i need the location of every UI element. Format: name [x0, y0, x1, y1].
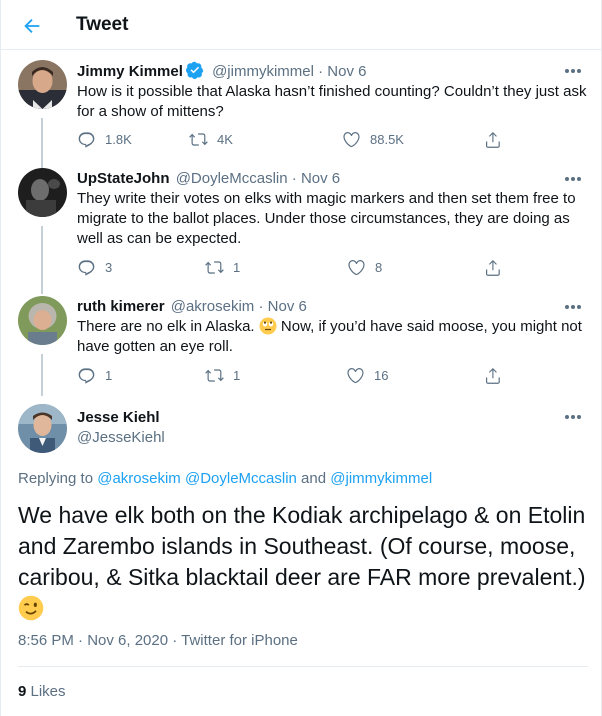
reply-count: 1 [105, 368, 113, 383]
author-name[interactable]: Jesse Kiehl [77, 409, 160, 426]
reply-icon [78, 132, 95, 148]
replying-prefix: Replying to [18, 470, 98, 487]
meta-separator: · [318, 63, 324, 80]
reply-count: 3 [105, 260, 113, 275]
tweet-akrosekim[interactable]: ruth kimerer @akrosekim · Nov 6 There ar… [1, 296, 601, 396]
like-icon [348, 260, 365, 276]
likes-label: Likes [26, 683, 66, 700]
tweet-page: Tweet Jimmy Kimmel @jimmykimmel · Nov 6 … [0, 0, 602, 716]
more-icon[interactable] [563, 300, 583, 314]
like-button[interactable]: 8 [347, 258, 382, 277]
verified-badge-icon [185, 61, 204, 79]
more-icon[interactable] [563, 64, 583, 78]
author-handle[interactable]: @akrosekim [171, 298, 255, 315]
reply-icon [78, 368, 95, 384]
mention-link[interactable]: @DoyleMccaslin [185, 470, 297, 487]
author-handle[interactable]: @DoyleMccaslin [176, 170, 288, 187]
avatar[interactable] [18, 296, 67, 345]
share-icon [486, 259, 500, 276]
like-count: 16 [374, 368, 389, 383]
retweet-button[interactable]: 1 [205, 366, 240, 385]
tweet-actions: 1 1 16 [77, 366, 517, 386]
main-tweet: Jesse Kiehl @JesseKiehl [1, 404, 601, 464]
main-tweet-text: We have elk both on the Kodiak archipela… [18, 500, 588, 624]
page-title: Tweet [76, 14, 129, 35]
tweet-jimmykimmel[interactable]: Jimmy Kimmel @jimmykimmel · Nov 6 How is… [1, 60, 601, 170]
wink-emoji-icon [18, 595, 44, 621]
avatar[interactable] [18, 404, 67, 453]
avatar[interactable] [18, 168, 67, 217]
author-handle[interactable]: @JesseKiehl [77, 429, 165, 446]
author-handle[interactable]: @jimmykimmel [212, 63, 314, 80]
reply-button[interactable]: 3 [77, 258, 112, 277]
like-count: 8 [375, 260, 383, 275]
tweet-actions: 3 1 8 [77, 258, 517, 278]
tweet-text-part: There are no elk in Alaska. [77, 318, 259, 335]
divider [18, 666, 588, 667]
retweet-icon [189, 133, 208, 146]
more-icon[interactable] [563, 410, 583, 424]
mention-link[interactable]: @jimmykimmel [330, 470, 432, 487]
share-button[interactable] [483, 130, 502, 149]
meta-separator: · [258, 298, 264, 315]
like-icon [343, 132, 360, 148]
reply-count: 1.8K [105, 132, 132, 147]
avatar[interactable] [18, 60, 67, 109]
tweet-date[interactable]: Nov 6 [301, 170, 340, 187]
tweet-text: There are no elk in Alaska. Now, if you’… [77, 317, 587, 357]
share-icon [486, 367, 500, 384]
back-arrow-icon [24, 18, 40, 34]
like-count: 88.5K [370, 132, 404, 147]
author-name[interactable]: Jimmy Kimmel [77, 63, 183, 80]
reply-button[interactable]: 1.8K [77, 130, 132, 149]
eye-roll-emoji-icon [259, 317, 277, 335]
likes-summary[interactable]: 9 Likes [18, 683, 66, 700]
main-tweet-text-body: We have elk both on the Kodiak archipela… [18, 502, 586, 590]
tweet-upstatejohn[interactable]: UpStateJohn @DoyleMccaslin · Nov 6 They … [1, 168, 601, 288]
share-icon [486, 131, 500, 148]
author-name[interactable]: ruth kimerer [77, 298, 165, 315]
reply-button[interactable]: 1 [77, 366, 112, 385]
retweet-icon [205, 369, 224, 382]
like-icon [347, 368, 364, 384]
retweet-icon [205, 261, 224, 274]
share-button[interactable] [483, 258, 502, 277]
share-button[interactable] [483, 366, 502, 385]
meta-separator: · [291, 170, 297, 187]
tweet-text: How is it possible that Alaska hasn’t fi… [77, 83, 587, 120]
replying-and: and [296, 470, 331, 487]
like-button[interactable]: 16 [346, 366, 388, 385]
retweet-count: 1 [233, 260, 241, 275]
tweet-text: They write their votes on elks with magi… [77, 190, 576, 247]
page-header: Tweet [1, 0, 601, 50]
replying-to: Replying to @akrosekim @DoyleMccaslin an… [18, 470, 432, 487]
back-button[interactable] [15, 9, 49, 43]
reply-icon [78, 260, 95, 276]
retweet-button[interactable]: 4K [189, 130, 233, 149]
more-icon[interactable] [563, 172, 583, 186]
tweet-date[interactable]: Nov 6 [327, 63, 366, 80]
mention-link[interactable]: @akrosekim [97, 470, 181, 487]
retweet-count: 1 [233, 368, 241, 383]
tweet-timestamp[interactable]: 8:56 PM · Nov 6, 2020 · Twitter for iPho… [18, 632, 298, 649]
tweet-actions: 1.8K 4K 88.5K [77, 130, 517, 150]
retweet-count: 4K [217, 132, 233, 147]
tweet-date[interactable]: Nov 6 [268, 298, 307, 315]
author-name[interactable]: UpStateJohn [77, 170, 170, 187]
retweet-button[interactable]: 1 [205, 258, 240, 277]
like-button[interactable]: 88.5K [342, 130, 404, 149]
